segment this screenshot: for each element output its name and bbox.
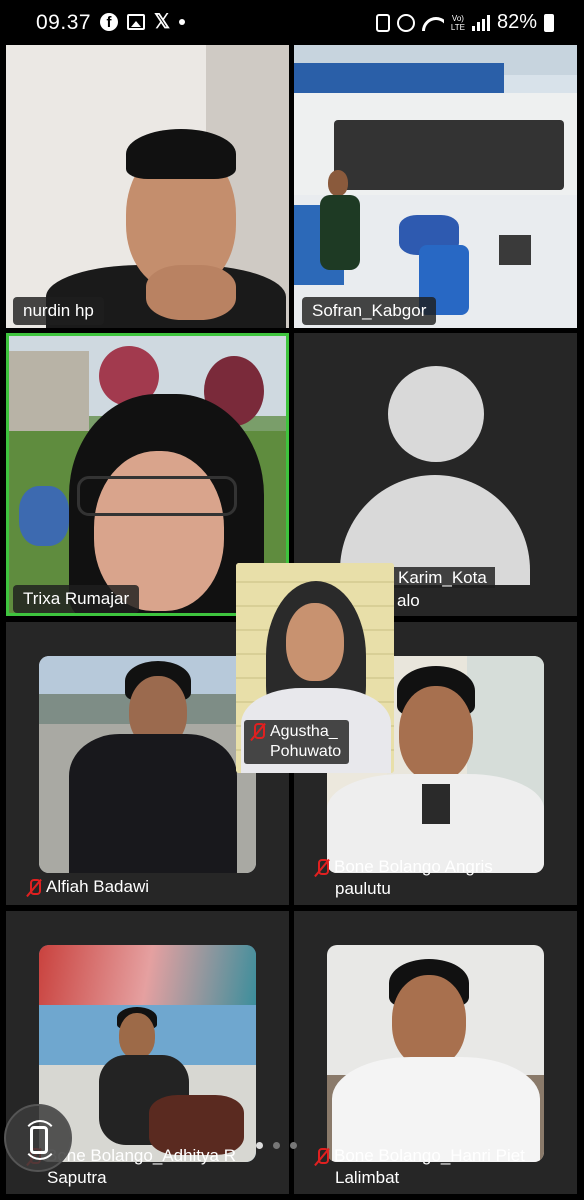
notification-icons: f 𝕏: [100, 11, 186, 33]
mic-muted-icon: [314, 1147, 330, 1166]
participant-name: Trixa Rumajar: [13, 585, 140, 613]
video-tile-sofran[interactable]: Sofran_Kabgor: [294, 45, 577, 328]
participant-name-line2: paulutu: [335, 879, 391, 898]
status-bar: 09.37 f 𝕏 Vo) LTE 82%: [0, 0, 584, 44]
more-notifications-icon: [179, 19, 186, 25]
phone-rotate-icon: [30, 1126, 48, 1154]
participant-name-line2: alo: [397, 591, 420, 610]
page-dot-2[interactable]: [273, 1142, 280, 1149]
participant-video: [39, 945, 256, 1162]
mic-muted-icon: [250, 722, 266, 741]
participant-name-line1: Karim_Kota: [390, 567, 495, 588]
gallery-icon: [127, 14, 145, 30]
self-view-tile[interactable]: Agustha_ Pohuwato: [236, 563, 394, 773]
participant-video: [39, 656, 256, 873]
signal-icon: [471, 14, 490, 31]
participant-name-line2: Saputra: [47, 1168, 107, 1187]
screen-record-icon: [375, 13, 390, 32]
system-icons: Vo) LTE 82%: [375, 11, 554, 34]
self-name: Agustha_ Pohuwato: [244, 720, 350, 764]
participant-name-line1: Bone Bolango Angris: [314, 856, 493, 877]
participant-video: [6, 45, 289, 328]
video-tile-nurdin[interactable]: nurdin hp: [6, 45, 289, 328]
participant-name: nurdin hp: [13, 297, 104, 325]
wifi-icon: [422, 15, 444, 31]
participant-video: [294, 45, 577, 328]
participant-name-line1: Bone Bolango_Hanri Piet: [314, 1145, 525, 1166]
battery-percent: 82%: [496, 11, 537, 33]
participant-video: [327, 945, 544, 1162]
mic-muted-icon: [314, 858, 330, 877]
participant-name: Alfiah Badawi: [26, 876, 149, 897]
rotate-screen-button[interactable]: [4, 1104, 72, 1172]
video-tile-hanri[interactable]: Bone Bolango_Hanri Piet Lalimbat: [294, 911, 577, 1194]
page-dot-1[interactable]: [256, 1142, 263, 1149]
facebook-icon: f: [100, 13, 118, 31]
alarm-icon: [396, 13, 415, 32]
participant-name: Sofran_Kabgor: [302, 297, 437, 325]
participant-name-line2: Lalimbat: [335, 1168, 400, 1187]
volte-icon: Vo) LTE: [450, 13, 465, 32]
avatar-head-icon: [388, 366, 484, 462]
status-time: 09.37: [36, 11, 92, 34]
x-twitter-icon: 𝕏: [154, 11, 171, 33]
page-indicator: [256, 1142, 297, 1149]
page-dot-3[interactable]: [290, 1142, 297, 1149]
mic-muted-icon: [26, 878, 42, 897]
battery-icon: [544, 13, 554, 32]
